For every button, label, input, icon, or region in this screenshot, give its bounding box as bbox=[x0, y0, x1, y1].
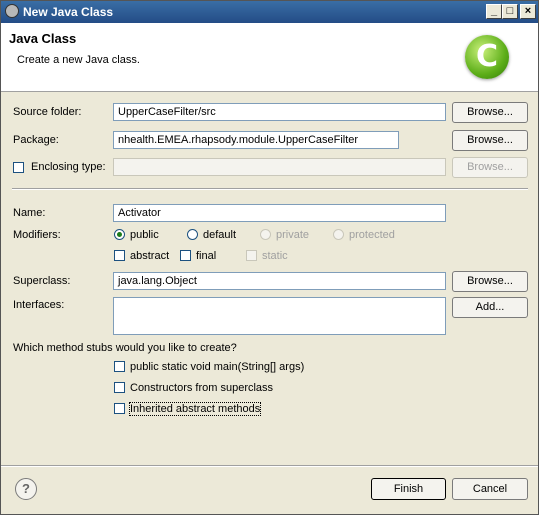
enclosing-type-checkbox[interactable] bbox=[13, 162, 24, 173]
interfaces-label: Interfaces: bbox=[13, 299, 65, 311]
source-folder-field[interactable]: UpperCaseFilter/src bbox=[113, 103, 446, 121]
abstract-label: abstract bbox=[130, 250, 170, 262]
browse-enclosing-type-button[interactable]: Browse... bbox=[452, 157, 528, 178]
private-label: private bbox=[276, 229, 310, 241]
enclosing-type-label: Enclosing type: bbox=[31, 161, 106, 173]
finish-button[interactable]: Finish bbox=[371, 478, 446, 500]
method-stubs-question: Which method stubs would you like to cre… bbox=[13, 342, 237, 354]
browse-source-folder-button[interactable]: Browse... bbox=[452, 102, 528, 123]
wizard-title: Java Class bbox=[9, 31, 77, 46]
name-field[interactable]: Activator bbox=[113, 204, 446, 222]
constructors-stub-label: Constructors from superclass bbox=[130, 382, 274, 394]
window-title: New Java Class bbox=[23, 5, 114, 19]
constructors-stub-checkbox[interactable] bbox=[114, 382, 125, 393]
interfaces-list[interactable] bbox=[113, 297, 446, 335]
enclosing-type-field[interactable] bbox=[113, 158, 446, 176]
protected-label: protected bbox=[349, 229, 395, 241]
java-class-logo-icon: C bbox=[465, 35, 509, 79]
separator bbox=[12, 188, 528, 190]
final-label: final bbox=[196, 250, 217, 262]
minimize-button[interactable]: _ bbox=[486, 4, 502, 19]
inherited-stub-checkbox[interactable] bbox=[114, 403, 125, 414]
package-field[interactable]: nhealth.EMEA.rhapsody.module.UpperCaseFi… bbox=[113, 131, 399, 149]
package-label: Package: bbox=[13, 134, 59, 146]
static-checkbox[interactable] bbox=[246, 250, 257, 261]
main-stub-checkbox[interactable] bbox=[114, 361, 125, 372]
source-folder-label: Source folder: bbox=[13, 106, 82, 118]
footer-separator bbox=[1, 465, 538, 467]
browse-package-button[interactable]: Browse... bbox=[452, 130, 528, 151]
add-interface-button[interactable]: Add... bbox=[452, 297, 528, 318]
close-button[interactable]: × bbox=[520, 4, 536, 19]
inherited-stub-label: Inherited abstract methods bbox=[128, 402, 262, 416]
wizard-header: Java Class Create a new Java class. C bbox=[1, 23, 538, 92]
eclipse-icon bbox=[5, 4, 19, 18]
protected-radio[interactable] bbox=[333, 229, 344, 240]
new-java-class-window: New Java Class _ □ × Java Class Create a… bbox=[0, 0, 539, 515]
abstract-checkbox[interactable] bbox=[114, 250, 125, 261]
superclass-label: Superclass: bbox=[13, 275, 71, 287]
title-bar[interactable]: New Java Class _ □ × bbox=[1, 1, 538, 23]
public-radio[interactable] bbox=[114, 229, 125, 240]
browse-superclass-button[interactable]: Browse... bbox=[452, 271, 528, 292]
static-label: static bbox=[262, 250, 288, 262]
main-stub-label: public static void main(String[] args) bbox=[130, 361, 305, 373]
maximize-button[interactable]: □ bbox=[502, 4, 518, 19]
logo-letter: C bbox=[475, 39, 499, 74]
default-label: default bbox=[203, 229, 237, 241]
final-checkbox[interactable] bbox=[180, 250, 191, 261]
modifiers-label: Modifiers: bbox=[13, 229, 61, 241]
public-label: public bbox=[130, 229, 159, 241]
default-radio[interactable] bbox=[187, 229, 198, 240]
private-radio[interactable] bbox=[260, 229, 271, 240]
superclass-field[interactable]: java.lang.Object bbox=[113, 272, 446, 290]
name-label: Name: bbox=[13, 207, 46, 219]
help-icon[interactable]: ? bbox=[15, 478, 37, 500]
wizard-subtitle: Create a new Java class. bbox=[17, 54, 140, 66]
cancel-button[interactable]: Cancel bbox=[452, 478, 528, 500]
